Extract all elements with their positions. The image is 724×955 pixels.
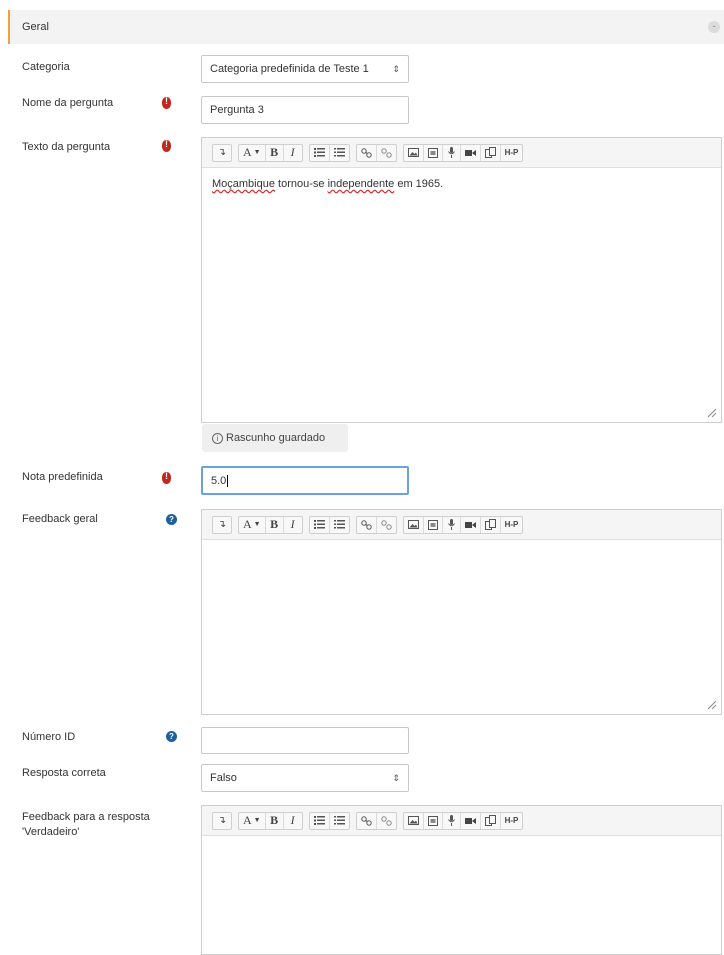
select-arrow-icon: ⇕ [392, 772, 400, 783]
help-icon[interactable]: ? [166, 731, 177, 742]
texto-pergunta-editor[interactable]: ↴ A ▼ B I H-P Moçambique tornou-se indepe… [201, 137, 722, 423]
editor-toolbar: ↴ A ▼ B I H-P [202, 510, 721, 540]
select-arrow-icon: ⇕ [392, 63, 400, 74]
unordered-list-icon[interactable] [310, 516, 330, 533]
help-icon[interactable]: ? [166, 514, 177, 525]
media-icon[interactable] [424, 516, 443, 533]
h5p-button[interactable]: H-P [501, 517, 523, 533]
numero-id-input[interactable] [201, 727, 409, 754]
label-resposta-correta: Resposta correta [22, 767, 106, 779]
nome-pergunta-value: Pergunta 3 [210, 104, 264, 116]
unordered-list-icon[interactable] [310, 144, 330, 161]
font-color-button[interactable]: A ▼ [239, 516, 266, 533]
required-icon [162, 471, 171, 484]
label-categoria: Categoria [22, 61, 70, 73]
video-camera-icon[interactable] [461, 516, 481, 533]
resposta-correta-value: Falso [210, 772, 237, 784]
label-feedback-geral: Feedback geral [22, 513, 98, 525]
required-icon [162, 139, 171, 152]
ordered-list-icon[interactable] [330, 145, 349, 161]
draft-saved-status: i Rascunho guardado [202, 424, 348, 452]
microphone-icon[interactable] [443, 516, 461, 533]
video-camera-icon[interactable] [461, 144, 481, 161]
label-nome-pergunta: Nome da pergunta [22, 97, 114, 109]
link-icon[interactable] [357, 812, 377, 829]
paragraph-icon[interactable]: ↴ [213, 145, 231, 161]
h5p-button[interactable]: H-P [501, 145, 523, 161]
bold-button[interactable]: B [266, 516, 284, 533]
draft-status-text: Rascunho guardado [226, 432, 326, 444]
resposta-correta-select[interactable]: Falso ⇕ [201, 764, 409, 792]
link-icon[interactable] [357, 516, 377, 533]
microphone-icon[interactable] [443, 812, 461, 829]
unordered-list-icon[interactable] [310, 812, 330, 829]
unlink-icon[interactable] [377, 517, 396, 533]
label-texto-pergunta: Texto da pergunta [22, 141, 111, 153]
section-title: Geral [22, 21, 49, 33]
nota-predefinida-value: 5.0 [211, 474, 227, 487]
section-header-geral[interactable]: Geral - [8, 10, 724, 44]
h5p-button[interactable]: H-P [501, 813, 523, 829]
resize-handle-icon[interactable] [707, 408, 717, 418]
video-camera-icon[interactable] [461, 812, 481, 829]
info-icon: i [212, 432, 223, 444]
italic-button[interactable]: I [284, 813, 302, 829]
media-icon[interactable] [424, 812, 443, 829]
categoria-select[interactable]: Categoria predefinida de Teste 1 ⇕ [201, 55, 409, 83]
resize-handle-icon[interactable] [707, 700, 717, 710]
nome-pergunta-input[interactable]: Pergunta 3 [201, 96, 409, 124]
font-color-button[interactable]: A ▼ [239, 812, 266, 829]
microphone-icon[interactable] [443, 144, 461, 161]
image-icon[interactable] [404, 144, 424, 161]
ordered-list-icon[interactable] [330, 813, 349, 829]
feedback-geral-editor[interactable]: ↴ A ▼ B I H-P [201, 509, 722, 715]
media-icon[interactable] [424, 144, 443, 161]
editor-toolbar: ↴ A ▼ B I H-P [202, 806, 721, 836]
paragraph-icon[interactable]: ↴ [213, 517, 231, 533]
ordered-list-icon[interactable] [330, 517, 349, 533]
paragraph-icon[interactable]: ↴ [213, 813, 231, 829]
question-text-content[interactable]: Moçambique tornou-se independente em 196… [212, 178, 443, 190]
categoria-select-value: Categoria predefinida de Teste 1 [210, 63, 369, 75]
unlink-icon[interactable] [377, 813, 396, 829]
editor-toolbar: ↴ A ▼ B I H-P [202, 138, 721, 168]
link-icon[interactable] [357, 144, 377, 161]
required-icon [162, 96, 171, 109]
bold-button[interactable]: B [266, 812, 284, 829]
manage-files-icon[interactable] [481, 812, 501, 829]
feedback-verdadeiro-editor[interactable]: ↴ A ▼ B I H-P [201, 805, 722, 955]
collapse-icon[interactable]: - [708, 21, 720, 33]
manage-files-icon[interactable] [481, 144, 501, 161]
text-cursor [227, 474, 229, 487]
label-nota-predefinida: Nota predefinida [22, 471, 103, 483]
font-color-button[interactable]: A ▼ [239, 144, 266, 161]
label-numero-id: Número ID [22, 731, 76, 743]
nota-predefinida-input[interactable]: 5.0 [201, 466, 409, 495]
manage-files-icon[interactable] [481, 516, 501, 533]
image-icon[interactable] [404, 812, 424, 829]
italic-button[interactable]: I [284, 145, 302, 161]
italic-button[interactable]: I [284, 517, 302, 533]
bold-button[interactable]: B [266, 144, 284, 161]
image-icon[interactable] [404, 516, 424, 533]
label-feedback-verdadeiro: Feedback para a resposta 'Verdadeiro' [22, 811, 150, 838]
unlink-icon[interactable] [377, 145, 396, 161]
